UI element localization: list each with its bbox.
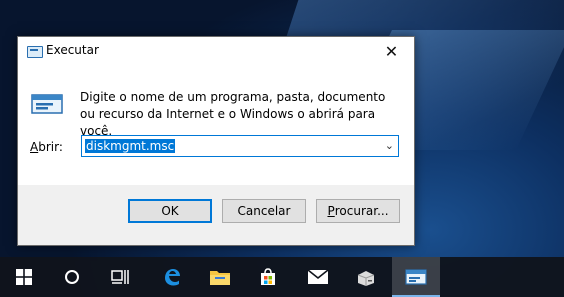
run-app-icon [31,94,63,114]
task-view-button[interactable] [96,257,144,297]
open-label: Abrir: [30,140,63,154]
browse-button[interactable]: Procurar... [316,199,400,223]
open-input-value[interactable]: diskmgmt.msc [85,139,176,153]
close-icon: ✕ [384,42,399,61]
run-app-icon [405,269,427,285]
close-button[interactable]: ✕ [369,37,414,66]
taskbar-edge[interactable] [148,257,196,297]
dialog-title: Executar [46,43,99,57]
dialog-content: Digite o nome de um programa, pasta, doc… [18,66,414,185]
network-storage-icon [357,271,375,286]
dialog-description: Digite o nome de um programa, pasta, doc… [80,90,386,138]
cancel-button[interactable]: Cancelar [222,199,306,223]
taskbar-mail[interactable] [294,257,342,297]
taskbar-network-storage[interactable] [342,257,390,297]
store-icon [261,268,275,285]
mail-icon [307,269,329,284]
taskbar [0,257,564,297]
file-explorer-icon [210,271,230,285]
title-bar[interactable]: Executar ✕ [18,37,414,66]
search-button[interactable] [48,257,96,297]
edge-browser-icon [165,269,180,286]
run-app-icon [27,46,43,58]
start-button[interactable] [0,257,48,297]
taskbar-store[interactable] [244,257,292,297]
windows-start-icon [16,269,32,285]
taskbar-run[interactable] [392,257,440,297]
chevron-down-icon[interactable]: ⌄ [385,139,394,152]
taskbar-file-explorer[interactable] [196,257,244,297]
task-view-icon [111,270,129,284]
search-circle-icon [65,270,79,284]
run-dialog: Executar ✕ Digite o nome de um programa,… [17,36,415,246]
open-combobox[interactable]: diskmgmt.msc ⌄ [81,135,399,157]
ok-button[interactable]: OK [128,199,212,223]
